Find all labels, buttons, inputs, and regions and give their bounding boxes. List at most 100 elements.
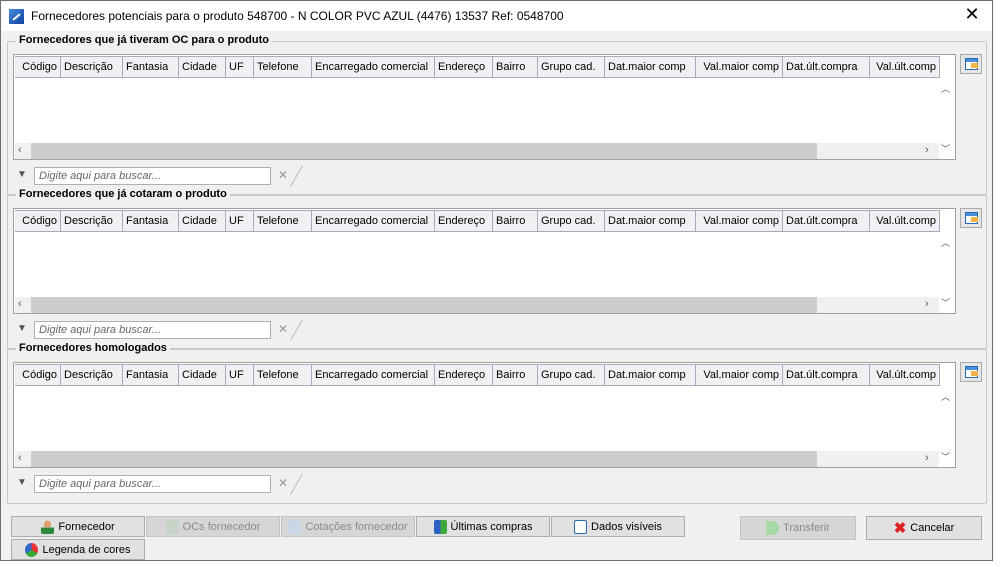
search-input[interactable]: Digite aqui para buscar... xyxy=(34,321,271,339)
grid-config-button[interactable] xyxy=(960,208,982,228)
scroll-left-icon[interactable]: ‹ xyxy=(18,452,22,464)
column-header[interactable]: Fantasia xyxy=(123,364,179,386)
clear-search-icon[interactable]: ✕ xyxy=(278,476,288,490)
column-header[interactable]: Endereço xyxy=(435,364,493,386)
vertical-scrollbar[interactable]: ︿ ﹀ xyxy=(937,386,954,466)
column-header[interactable]: Val.últ.comp xyxy=(870,210,940,232)
search-input[interactable]: Digite aqui para buscar... xyxy=(34,475,271,493)
column-header[interactable]: Val.últ.comp xyxy=(870,364,940,386)
search-input[interactable]: Digite aqui para buscar... xyxy=(34,167,271,185)
column-header[interactable]: Código xyxy=(15,210,61,232)
cart-icon xyxy=(433,519,447,534)
grid-config-button[interactable] xyxy=(960,362,982,382)
scroll-thumb[interactable] xyxy=(31,451,817,467)
filter-icon: ▼ xyxy=(17,323,27,334)
column-header[interactable]: Descrição xyxy=(61,210,123,232)
table-config-icon xyxy=(965,366,978,378)
data-grid[interactable]: Código Descrição Fantasia Cidade UF Telefone E… xyxy=(13,362,956,468)
scroll-down-icon[interactable]: ﹀ xyxy=(941,296,950,309)
search-bar: ▼ Digite aqui para buscar... ✕ xyxy=(13,165,313,187)
section-title: Fornecedores que já tiveram OC para o pr… xyxy=(16,34,272,46)
close-button[interactable]: ✕ xyxy=(960,4,984,25)
grid-config-button[interactable] xyxy=(960,54,982,74)
scroll-up-icon[interactable]: ︿ xyxy=(941,390,950,403)
filter-icon: ▼ xyxy=(17,169,27,180)
scroll-up-icon[interactable]: ︿ xyxy=(941,82,950,95)
horizontal-scrollbar[interactable]: ‹ › xyxy=(15,143,939,159)
user-icon xyxy=(41,519,55,534)
column-header[interactable]: Val.maior comp xyxy=(696,56,783,78)
column-header[interactable]: Código xyxy=(15,364,61,386)
column-header[interactable]: Dat.últ.compra xyxy=(783,364,870,386)
column-header[interactable]: Bairro xyxy=(493,210,538,232)
column-header[interactable]: Fantasia xyxy=(123,56,179,78)
cotacoes-fornecedor-button[interactable]: Cotações fornecedor xyxy=(281,516,415,537)
column-header[interactable]: Dat.últ.compra xyxy=(783,56,870,78)
fornecedor-button[interactable]: Fornecedor xyxy=(11,516,145,537)
column-header[interactable]: Val.últ.comp xyxy=(870,56,940,78)
ultimas-compras-button[interactable]: Últimas compras xyxy=(416,516,550,537)
column-header[interactable]: Bairro xyxy=(493,364,538,386)
column-header[interactable]: Telefone xyxy=(254,210,312,232)
column-header[interactable]: Cidade xyxy=(179,210,226,232)
scroll-down-icon[interactable]: ﹀ xyxy=(941,450,950,463)
clear-search-icon[interactable]: ✕ xyxy=(278,322,288,336)
search-bar: ▼ Digite aqui para buscar... ✕ xyxy=(13,473,313,495)
column-header[interactable]: Endereço xyxy=(435,210,493,232)
horizontal-scrollbar[interactable]: ‹ › xyxy=(15,297,939,313)
vertical-scrollbar[interactable]: ︿ ﹀ xyxy=(937,232,954,312)
divider xyxy=(290,165,303,187)
column-header[interactable]: Val.maior comp xyxy=(696,210,783,232)
column-header[interactable]: UF xyxy=(226,364,254,386)
column-header[interactable]: Descrição xyxy=(61,56,123,78)
divider xyxy=(290,473,303,495)
column-header[interactable]: Fantasia xyxy=(123,210,179,232)
vertical-scrollbar[interactable]: ︿ ﹀ xyxy=(937,78,954,158)
clear-search-icon[interactable]: ✕ xyxy=(278,168,288,182)
x-icon: ✖ xyxy=(893,520,907,537)
dados-visiveis-button[interactable]: Dados visíveis xyxy=(551,516,685,537)
column-header[interactable]: Dat.maior comp xyxy=(605,364,696,386)
column-header[interactable]: Bairro xyxy=(493,56,538,78)
column-header[interactable]: UF xyxy=(226,210,254,232)
scroll-thumb[interactable] xyxy=(31,297,817,313)
scroll-left-icon[interactable]: ‹ xyxy=(18,298,22,310)
column-header[interactable]: Telefone xyxy=(254,56,312,78)
scroll-left-icon[interactable]: ‹ xyxy=(18,144,22,156)
horizontal-scrollbar[interactable]: ‹ › xyxy=(15,451,939,467)
column-header[interactable]: Endereço xyxy=(435,56,493,78)
scroll-thumb[interactable] xyxy=(31,143,817,159)
column-header[interactable]: Dat.maior comp xyxy=(605,56,696,78)
cancelar-button[interactable]: ✖ Cancelar xyxy=(866,516,982,540)
column-header[interactable]: Grupo cad. xyxy=(538,364,605,386)
scroll-down-icon[interactable]: ﹀ xyxy=(941,142,950,155)
column-header[interactable]: Dat.últ.compra xyxy=(783,210,870,232)
scroll-right-icon[interactable]: › xyxy=(925,452,929,464)
transferir-button[interactable]: Transferir xyxy=(740,516,856,540)
column-header[interactable]: Descrição xyxy=(61,364,123,386)
column-header[interactable]: Encarregado comercial xyxy=(312,210,435,232)
column-header[interactable]: Telefone xyxy=(254,364,312,386)
grid-header: Código Descrição Fantasia Cidade UF Telefone E… xyxy=(15,364,940,386)
column-header[interactable]: Encarregado comercial xyxy=(312,56,435,78)
data-grid[interactable]: Código Descrição Fantasia Cidade UF Telefone E… xyxy=(13,54,956,160)
column-header[interactable]: Cidade xyxy=(179,56,226,78)
column-header[interactable]: Dat.maior comp xyxy=(605,210,696,232)
column-header[interactable]: UF xyxy=(226,56,254,78)
column-header[interactable]: Val.maior comp xyxy=(696,364,783,386)
legenda-cores-button[interactable]: Legenda de cores xyxy=(11,539,145,560)
scroll-right-icon[interactable]: › xyxy=(925,144,929,156)
scroll-right-icon[interactable]: › xyxy=(925,298,929,310)
column-header[interactable]: Encarregado comercial xyxy=(312,364,435,386)
column-header[interactable]: Cidade xyxy=(179,364,226,386)
data-grid[interactable]: Código Descrição Fantasia Cidade UF Telefone E… xyxy=(13,208,956,314)
column-header[interactable]: Grupo cad. xyxy=(538,56,605,78)
section-2: Fornecedores que já cotaram o produto Có… xyxy=(7,188,987,349)
column-header[interactable]: Grupo cad. xyxy=(538,210,605,232)
clipboard-icon xyxy=(288,519,302,534)
column-header[interactable]: Código xyxy=(15,56,61,78)
section-3: Fornecedores homologados Código Descrição… xyxy=(7,342,987,504)
ocs-fornecedor-button[interactable]: OCs fornecedor xyxy=(146,516,280,537)
scroll-up-icon[interactable]: ︿ xyxy=(941,236,950,249)
section-title: Fornecedores homologados xyxy=(16,342,170,354)
